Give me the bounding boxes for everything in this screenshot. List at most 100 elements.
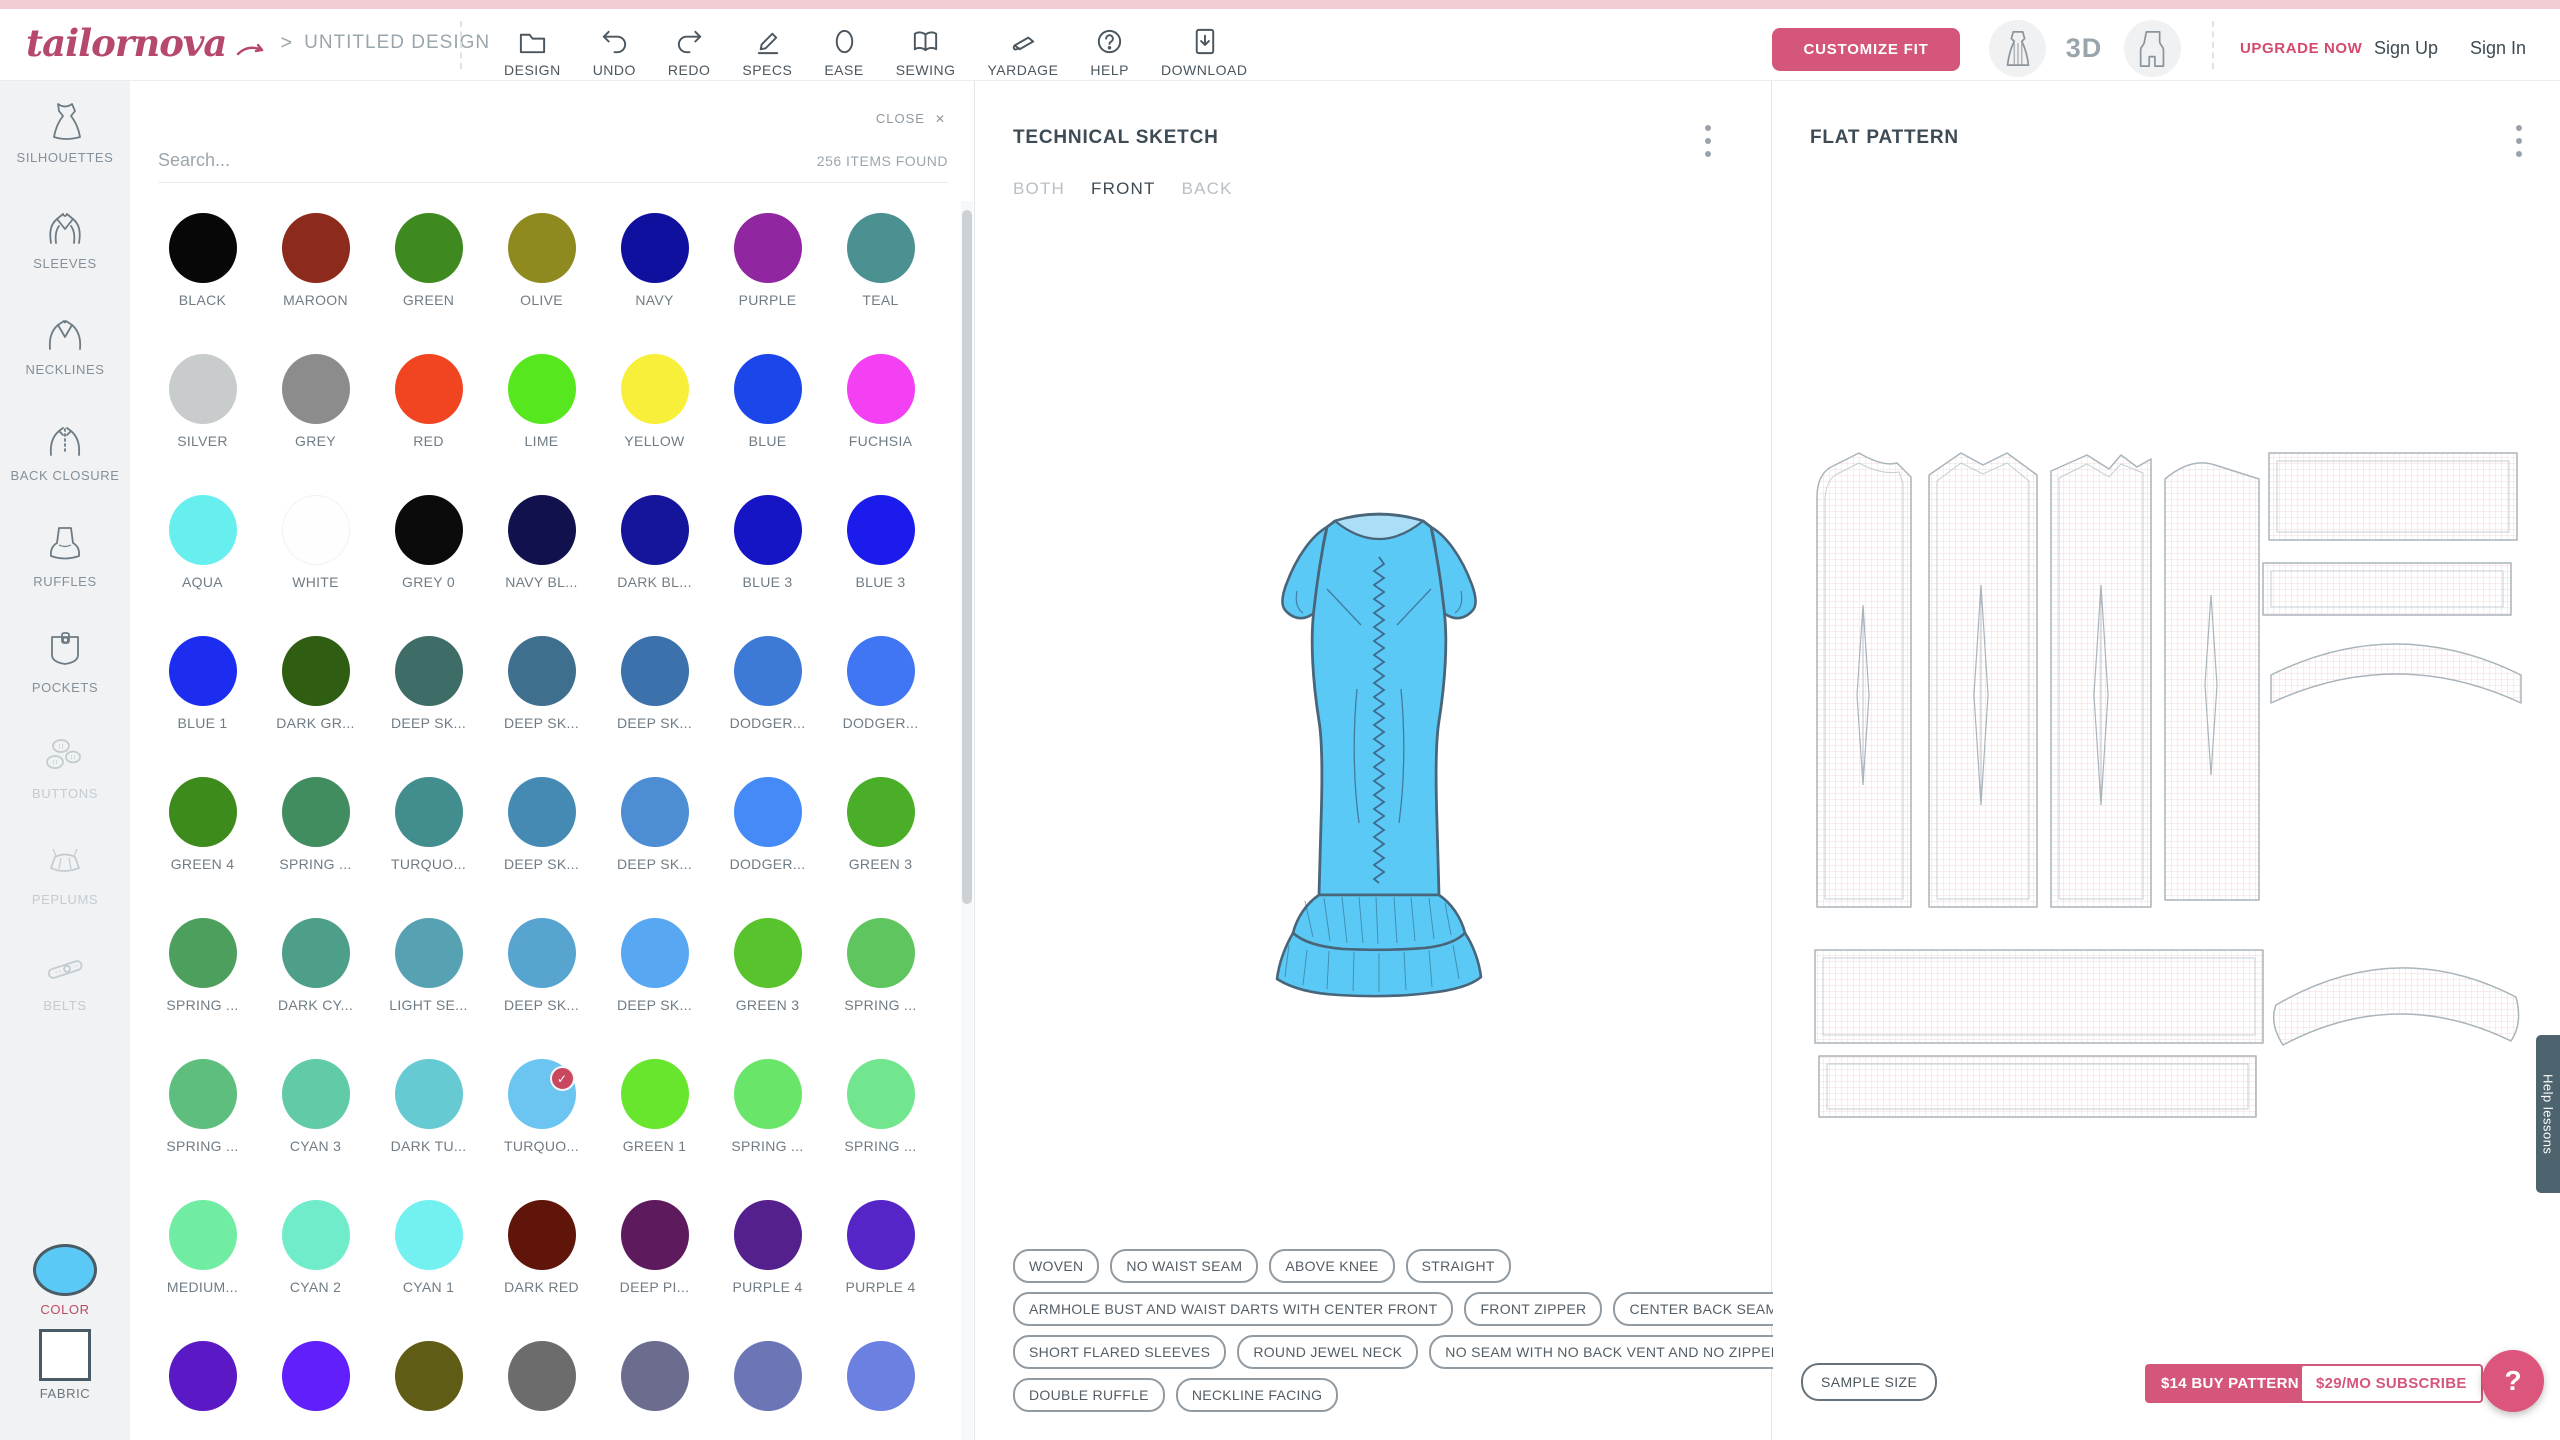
feature-tag[interactable]: NO SEAM WITH NO BACK VENT AND NO ZIPPER xyxy=(1429,1335,1797,1369)
color-swatch-cell[interactable]: MAROON xyxy=(259,213,372,354)
sidebar-item-buttons[interactable]: BUTTONS xyxy=(0,733,130,801)
color-swatch[interactable] xyxy=(847,1200,915,1270)
color-swatch[interactable] xyxy=(282,1341,350,1411)
scrollbar-thumb[interactable] xyxy=(962,210,972,904)
feature-tag[interactable]: ROUND JEWEL NECK xyxy=(1237,1335,1418,1369)
color-swatch-cell[interactable]: FUCHSIA xyxy=(824,354,937,495)
color-swatch[interactable] xyxy=(734,1341,802,1411)
color-swatch[interactable] xyxy=(282,918,350,988)
color-swatch[interactable] xyxy=(508,495,576,565)
color-swatch[interactable] xyxy=(734,1200,802,1270)
color-swatch-cell[interactable]: PURPLE 4 xyxy=(824,1200,937,1341)
color-swatch-cell[interactable]: SPRING ... xyxy=(824,1059,937,1200)
color-swatch-cell[interactable]: WHITE xyxy=(259,495,372,636)
sidebar-item-peplums[interactable]: PEPLUMS xyxy=(0,839,130,907)
color-swatch[interactable] xyxy=(169,213,237,283)
color-swatch[interactable] xyxy=(621,636,689,706)
color-swatch-cell[interactable]: DARK TU... xyxy=(372,1059,485,1200)
color-swatch-cell[interactable] xyxy=(711,1341,824,1440)
feature-tag[interactable]: DOUBLE RUFFLE xyxy=(1013,1378,1165,1412)
download-button[interactable]: DOWNLOAD xyxy=(1145,18,1263,86)
color-swatch-cell[interactable]: GREEN 3 xyxy=(824,777,937,918)
tab-back[interactable]: BACK xyxy=(1182,179,1233,199)
feature-tag[interactable]: NO WAIST SEAM xyxy=(1110,1249,1258,1283)
feature-tag[interactable]: ABOVE KNEE xyxy=(1269,1249,1394,1283)
specs-button[interactable]: SPECS xyxy=(726,18,808,86)
sidebar-item-sleeves[interactable]: SLEEVES xyxy=(0,203,130,271)
color-swatch-cell[interactable]: DEEP SK... xyxy=(485,777,598,918)
upgrade-now-link[interactable]: UPGRADE NOW xyxy=(2240,40,2362,57)
sidebar-item-back-closure[interactable]: BACK CLOSURE xyxy=(0,415,130,483)
color-swatch-cell[interactable] xyxy=(146,1341,259,1440)
color-swatch[interactable] xyxy=(395,1200,463,1270)
color-swatch-cell[interactable]: BLUE 3 xyxy=(711,495,824,636)
color-swatch[interactable] xyxy=(169,1341,237,1411)
color-swatch[interactable] xyxy=(169,636,237,706)
feature-tag[interactable]: WOVEN xyxy=(1013,1249,1099,1283)
color-swatch-cell[interactable]: SPRING ... xyxy=(711,1059,824,1200)
color-swatch[interactable] xyxy=(847,1341,915,1411)
color-swatch[interactable] xyxy=(169,918,237,988)
color-swatch[interactable] xyxy=(282,495,350,565)
color-swatch[interactable] xyxy=(169,495,237,565)
color-swatch[interactable] xyxy=(847,213,915,283)
color-swatch-cell[interactable] xyxy=(259,1341,372,1440)
3d-dress-view-button[interactable] xyxy=(1989,20,2046,77)
sidebar-item-ruffles[interactable]: RUFFLES xyxy=(0,521,130,589)
color-swatch-cell[interactable]: AQUA xyxy=(146,495,259,636)
color-swatch-cell[interactable]: DEEP SK... xyxy=(372,636,485,777)
color-swatch[interactable] xyxy=(508,777,576,847)
color-swatch-cell[interactable] xyxy=(824,1341,937,1440)
sign-up-link[interactable]: Sign Up xyxy=(2374,38,2438,59)
color-swatch-cell[interactable]: NAVY BL... xyxy=(485,495,598,636)
buy-pattern-button[interactable]: $14 BUY PATTERN xyxy=(2145,1364,2315,1403)
tab-front[interactable]: FRONT xyxy=(1091,179,1156,199)
sewing-button[interactable]: SEWING xyxy=(880,18,972,86)
tab-both[interactable]: BOTH xyxy=(1013,179,1065,199)
color-swatch-cell[interactable]: LIGHT SE... xyxy=(372,918,485,1059)
color-swatch-cell[interactable]: BLACK xyxy=(146,213,259,354)
search-input[interactable] xyxy=(158,150,817,171)
color-swatch-cell[interactable]: DEEP SK... xyxy=(598,636,711,777)
color-swatch[interactable] xyxy=(734,777,802,847)
color-swatch-cell[interactable]: DARK CY... xyxy=(259,918,372,1059)
sidebar-item-silhouettes[interactable]: SILHOUETTES xyxy=(0,97,130,165)
subscribe-button[interactable]: $29/MO SUBSCRIBE xyxy=(2300,1364,2483,1403)
sidebar-item-pockets[interactable]: POCKETS xyxy=(0,627,130,695)
tailornova-logo[interactable]: tailornova xyxy=(26,21,226,65)
color-swatch-cell[interactable]: GREEN 4 xyxy=(146,777,259,918)
color-swatch-cell[interactable]: DARK BL... xyxy=(598,495,711,636)
feature-tag[interactable]: STRAIGHT xyxy=(1406,1249,1511,1283)
color-swatch-cell[interactable]: TURQUO... xyxy=(372,777,485,918)
color-swatch-cell[interactable]: DEEP SK... xyxy=(485,636,598,777)
design-name[interactable]: UNTITLED DESIGN xyxy=(304,32,490,54)
color-swatch-cell[interactable]: CYAN 3 xyxy=(259,1059,372,1200)
color-swatch[interactable] xyxy=(734,1059,802,1129)
feature-tag[interactable]: SHORT FLARED SLEEVES xyxy=(1013,1335,1226,1369)
close-panel-button[interactable]: CLOSE✕ xyxy=(876,111,946,126)
color-swatch-cell[interactable]: DODGER... xyxy=(824,636,937,777)
color-swatch[interactable] xyxy=(169,1059,237,1129)
color-swatch[interactable] xyxy=(621,1200,689,1270)
color-swatch[interactable] xyxy=(847,636,915,706)
color-swatch-cell[interactable] xyxy=(485,1341,598,1440)
color-swatch[interactable] xyxy=(395,1341,463,1411)
color-swatch[interactable] xyxy=(395,495,463,565)
color-swatch-cell[interactable]: PURPLE 4 xyxy=(711,1200,824,1341)
color-swatch-cell[interactable]: GREY xyxy=(259,354,372,495)
color-swatch[interactable] xyxy=(734,636,802,706)
color-swatch[interactable] xyxy=(621,777,689,847)
color-swatch[interactable] xyxy=(282,354,350,424)
color-swatch[interactable] xyxy=(169,1200,237,1270)
color-swatch-cell[interactable]: DEEP SK... xyxy=(598,777,711,918)
color-swatch-cell[interactable]: CYAN 1 xyxy=(372,1200,485,1341)
color-swatch[interactable] xyxy=(847,495,915,565)
feature-tag[interactable]: NECKLINE FACING xyxy=(1176,1378,1339,1412)
color-swatch[interactable] xyxy=(395,354,463,424)
color-swatch[interactable] xyxy=(282,213,350,283)
color-swatch[interactable] xyxy=(621,495,689,565)
color-swatch[interactable] xyxy=(282,1059,350,1129)
color-swatch-cell[interactable]: GREEN 3 xyxy=(711,918,824,1059)
yardage-button[interactable]: YARDAGE xyxy=(971,18,1074,86)
color-swatch-cell[interactable]: SPRING ... xyxy=(146,918,259,1059)
